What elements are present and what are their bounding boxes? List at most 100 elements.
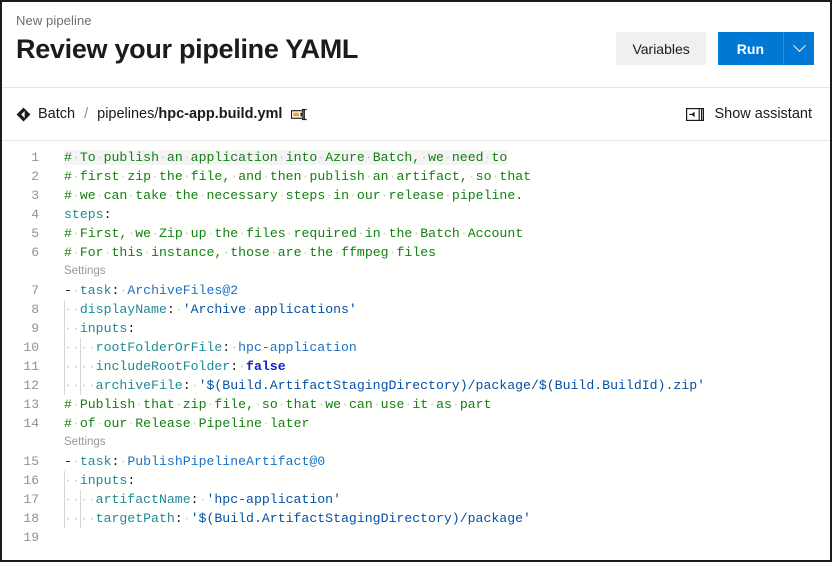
- page-eyebrow: New pipeline: [16, 13, 92, 28]
- code-content: #·For·this·instance,·those·are·the·ffmpe…: [48, 243, 830, 262]
- breadcrumb: Batch / pipelines/hpc-app.build.yml Show…: [2, 88, 830, 141]
- code-line[interactable]: 19: [2, 528, 830, 545]
- code-text: #·first·zip·the·file,·and·then·publish·a…: [64, 169, 532, 184]
- indent-guide: [64, 509, 65, 528]
- code-text: -·task:·PublishPipelineArtifact@0: [64, 454, 326, 469]
- line-number: 1: [31, 150, 39, 165]
- code-content: ··displayName:·'Archive·applications': [48, 300, 830, 319]
- indent-guide: [64, 357, 65, 376]
- code-line[interactable]: 18 ····targetPath:·'$(Build.ArtifactStagi…: [2, 509, 830, 528]
- line-number: 6: [31, 245, 39, 260]
- code-content: ····targetPath:·'$(Build.ArtifactStaging…: [48, 509, 830, 528]
- line-number: 5: [31, 226, 39, 241]
- code-content: ····includeRootFolder:·false: [48, 357, 830, 376]
- code-content: #·Publish·that·zip·file,·so·that·we·can·…: [48, 395, 830, 414]
- code-line[interactable]: 2 #·first·zip·the·file,·and·then·publish·…: [2, 167, 830, 186]
- codelens-row: Settings: [2, 433, 830, 452]
- run-button[interactable]: Run: [717, 32, 783, 65]
- page-header: New pipeline Review your pipeline YAML V…: [2, 2, 830, 88]
- breadcrumb-path-prefix: pipelines/: [97, 106, 159, 122]
- line-number: 4: [31, 207, 39, 222]
- code-text: -·task:·ArchiveFiles@2: [64, 283, 239, 298]
- code-text: #·Publish·that·zip·file,·so·that·we·can·…: [64, 397, 492, 412]
- code-line[interactable]: 12 ····archiveFile:·'$(Build.ArtifactStag…: [2, 376, 830, 395]
- pipeline-yaml-review-window: New pipeline Review your pipeline YAML V…: [0, 0, 832, 562]
- code-content: -·task:·PublishPipelineArtifact@0: [48, 452, 830, 471]
- code-content: ··inputs:: [48, 319, 830, 338]
- breadcrumb-repo-link[interactable]: Batch: [16, 106, 75, 122]
- code-text: ··displayName:·'Archive·applications': [64, 302, 357, 317]
- line-number: 12: [23, 378, 39, 393]
- rename-edit-icon[interactable]: [291, 107, 308, 122]
- breadcrumb-file-path[interactable]: pipelines/hpc-app.build.yml: [97, 106, 282, 122]
- code-line[interactable]: 1 #·To·publish·an·application·into·Azure·…: [2, 148, 830, 167]
- line-number: 2: [31, 169, 39, 184]
- code-content: ····rootFolderOrFile:·hpc-application: [48, 338, 830, 357]
- code-text: ··inputs:: [64, 473, 136, 488]
- code-text: #·First,·we·Zip·up·the·files·required·in…: [64, 226, 524, 241]
- code-line[interactable]: 17 ····artifactName:·'hpc-application': [2, 490, 830, 509]
- code-line[interactable]: 14 #·of·our·Release·Pipeline·later: [2, 414, 830, 433]
- breadcrumb-separator: /: [84, 106, 89, 122]
- indent-guide: [64, 319, 65, 338]
- codelens-settings-link[interactable]: Settings: [64, 262, 106, 281]
- indent-guide: [79, 509, 81, 528]
- code-line[interactable]: 4 steps:: [2, 205, 830, 224]
- indent-guide: [79, 338, 81, 357]
- line-number: 16: [23, 473, 39, 488]
- indent-guide: [79, 490, 81, 509]
- yaml-code-editor[interactable]: 1 #·To·publish·an·application·into·Azure·…: [2, 141, 830, 545]
- indent-guide: [64, 376, 65, 395]
- code-content: #·First,·we·Zip·up·the·files·required·in…: [48, 224, 830, 243]
- indent-guide: [64, 300, 65, 319]
- panel-expand-icon: [686, 107, 705, 121]
- line-number: 9: [31, 321, 39, 336]
- code-line[interactable]: 9 ··inputs:: [2, 319, 830, 338]
- code-line[interactable]: 5 #·First,·we·Zip·up·the·files·required·i…: [2, 224, 830, 243]
- code-content: -·task:·ArchiveFiles@2: [48, 281, 830, 300]
- line-number: 13: [23, 397, 39, 412]
- code-content: ····artifactName:·'hpc-application': [48, 490, 830, 509]
- code-line[interactable]: 15 -·task:·PublishPipelineArtifact@0: [2, 452, 830, 471]
- indent-guide: [64, 338, 65, 357]
- line-number: 19: [23, 530, 39, 545]
- indent-guide: [79, 376, 81, 395]
- line-number: 17: [23, 492, 39, 507]
- show-assistant-toggle[interactable]: Show assistant: [686, 106, 812, 122]
- code-line[interactable]: 16 ··inputs:: [2, 471, 830, 490]
- code-line[interactable]: 7 -·task:·ArchiveFiles@2: [2, 281, 830, 300]
- code-content: ····archiveFile:·'$(Build.ArtifactStagin…: [48, 376, 830, 395]
- code-text: #·we·can·take·the·necessary·steps·in·our…: [64, 188, 524, 203]
- header-actions: Variables Run: [616, 32, 814, 65]
- code-content: #·first·zip·the·file,·and·then·publish·a…: [48, 167, 830, 186]
- line-number: 10: [23, 340, 39, 355]
- variables-button[interactable]: Variables: [616, 32, 706, 65]
- codelens-row: Settings: [2, 262, 830, 281]
- code-content: #·To·publish·an·application·into·Azure·B…: [48, 148, 830, 167]
- code-content: [48, 528, 830, 545]
- code-line[interactable]: 10 ····rootFolderOrFile:·hpc-application: [2, 338, 830, 357]
- line-number: 8: [31, 302, 39, 317]
- run-dropdown-button[interactable]: [783, 32, 814, 65]
- code-line[interactable]: 6 #·For·this·instance,·those·are·the·ffmp…: [2, 243, 830, 262]
- code-text: ··inputs:: [64, 321, 136, 336]
- code-text: ····targetPath:·'$(Build.ArtifactStaging…: [64, 511, 531, 526]
- code-text: #·of·our·Release·Pipeline·later: [64, 416, 310, 431]
- line-number: 3: [31, 188, 39, 203]
- code-text: steps:: [64, 207, 112, 222]
- run-button-group: Run: [717, 32, 814, 65]
- code-line[interactable]: 8 ··displayName:·'Archive·applications': [2, 300, 830, 319]
- breadcrumb-repo-label: Batch: [38, 106, 76, 122]
- line-number: 7: [31, 283, 39, 298]
- line-number: 18: [23, 511, 39, 526]
- line-number: 15: [23, 454, 39, 469]
- codelens-settings-link[interactable]: Settings: [64, 433, 106, 452]
- code-line[interactable]: 11 ····includeRootFolder:·false: [2, 357, 830, 376]
- code-line[interactable]: 13 #·Publish·that·zip·file,·so·that·we·ca…: [2, 395, 830, 414]
- chevron-down-icon: [792, 39, 806, 53]
- show-assistant-label: Show assistant: [714, 106, 812, 122]
- code-line[interactable]: 3 #·we·can·take·the·necessary·steps·in·ou…: [2, 186, 830, 205]
- code-text: ····archiveFile:·'$(Build.ArtifactStagin…: [64, 378, 706, 393]
- code-text: ····artifactName:·'hpc-application': [64, 492, 342, 507]
- azure-pipelines-diamond-icon: [16, 107, 31, 122]
